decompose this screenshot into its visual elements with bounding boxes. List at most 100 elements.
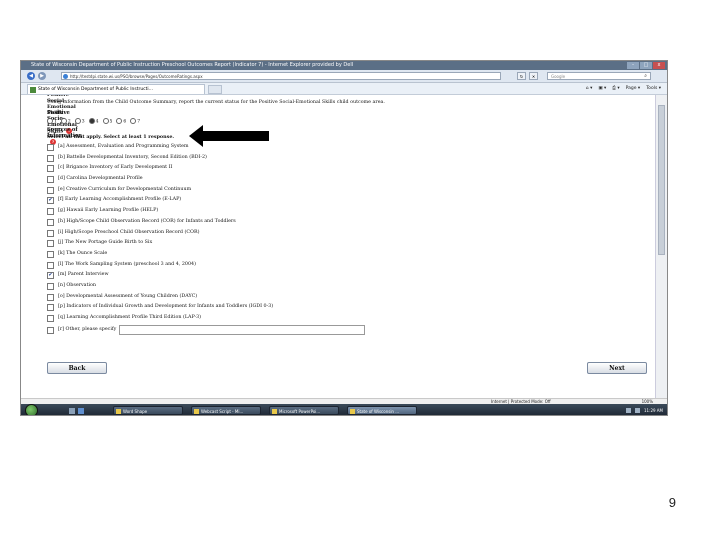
source-checkbox[interactable] — [47, 154, 54, 162]
source-checkbox[interactable] — [47, 176, 54, 184]
network-icon[interactable] — [626, 408, 631, 413]
back-arrow-icon[interactable]: ◀ — [27, 72, 35, 80]
url-text: http://testdpi.state.wi.us/PSO/browse/Pa… — [70, 74, 203, 79]
rating-option[interactable]: 1 — [47, 118, 57, 125]
minimize-button[interactable]: - — [627, 62, 639, 69]
source-checkbox[interactable] — [47, 165, 54, 173]
scrollbar-thumb[interactable] — [658, 105, 665, 255]
app-icon — [194, 409, 199, 414]
feeds-icon[interactable]: ▣ ▾ — [598, 84, 606, 93]
source-checkbox[interactable] — [47, 326, 54, 334]
ie-quicklaunch-icon[interactable] — [78, 408, 84, 414]
source-item: [n] Observation — [47, 282, 447, 293]
source-checkbox[interactable] — [47, 229, 54, 237]
search-input[interactable]: Google ⌕ — [547, 72, 651, 80]
rating-radio[interactable] — [74, 118, 81, 124]
tools-menu[interactable]: Tools ▾ — [646, 84, 661, 93]
source-checkbox[interactable] — [47, 218, 54, 226]
rating-radio[interactable] — [88, 118, 95, 124]
rating-label: 5 — [109, 119, 113, 125]
rating-option[interactable]: 7 — [130, 118, 140, 125]
rating-radio[interactable] — [47, 118, 53, 124]
source-label: [g] Hawaii Early Learning Profile (HELP) — [58, 208, 159, 214]
home-icon[interactable]: ⌂ ▾ — [586, 84, 593, 93]
vertical-scrollbar[interactable] — [655, 95, 667, 398]
rating-option[interactable]: 3 — [74, 118, 85, 125]
next-button[interactable]: Next — [587, 362, 647, 374]
rating-option[interactable]: 4 — [88, 118, 99, 125]
rating-option[interactable]: 2 — [60, 118, 71, 125]
toolbar-commands: ⌂ ▾ ▣ ▾ ⎙ ▾ Page ▾ Tools ▾ — [586, 84, 661, 93]
forward-arrow-icon[interactable]: ▶ — [38, 72, 46, 80]
taskbar-item[interactable]: Word Shape — [113, 406, 183, 415]
taskbar-item[interactable]: Webcast Script - Mi... — [191, 406, 261, 415]
show-desktop-icon[interactable] — [69, 408, 75, 414]
start-button[interactable] — [25, 404, 38, 415]
taskbar-item-label: State of Wisconsin ... — [357, 409, 400, 414]
stop-icon[interactable]: ✕ — [529, 72, 538, 80]
browser-tab[interactable]: State of Wisconsin Department of Public … — [27, 84, 205, 94]
close-button[interactable]: x — [653, 62, 665, 69]
new-tab-button[interactable] — [208, 85, 222, 94]
url-field[interactable]: http://testdpi.state.wi.us/PSO/browse/Pa… — [61, 72, 501, 80]
print-icon[interactable]: ⎙ ▾ — [612, 84, 619, 93]
source-checkbox[interactable] — [47, 293, 54, 301]
source-label: [b] Battelle Developmental Inventory, Se… — [58, 154, 207, 160]
source-checkbox[interactable] — [47, 240, 54, 248]
rating-radio[interactable] — [60, 118, 67, 124]
rating-radio[interactable] — [130, 118, 137, 124]
source-item: [e] Creative Curriculum for Developmenta… — [47, 186, 447, 197]
source-checkbox[interactable] — [47, 186, 54, 194]
source-checkbox[interactable] — [47, 282, 54, 290]
taskbar-item[interactable]: State of Wisconsin ... — [347, 406, 417, 415]
source-label: [i] High/Scope Preschool Child Observati… — [58, 229, 200, 235]
source-checkbox[interactable]: ✔ — [47, 272, 54, 280]
window-title: State of Wisconsin Department of Public … — [31, 62, 354, 68]
source-item: [q] Learning Accomplishment Profile Thir… — [47, 314, 447, 325]
clock[interactable]: 11:29 AM — [644, 406, 663, 415]
source-checkbox[interactable] — [47, 144, 54, 151]
rating-label: 4 — [95, 119, 99, 125]
source-checkbox[interactable] — [47, 304, 54, 312]
rating-label: 7 — [137, 119, 141, 125]
source-label: [q] Learning Accomplishment Profile Thir… — [58, 315, 202, 320]
source-label: [o] Developmental Assessment of Young Ch… — [58, 293, 198, 299]
browser-screenshot: State of Wisconsin Department of Public … — [20, 60, 668, 416]
other-specify-input[interactable] — [119, 324, 366, 335]
source-checkbox[interactable]: ✔ — [47, 197, 54, 205]
search-placeholder: Google — [551, 74, 566, 79]
source-item: [c] Brigance Inventory of Early Developm… — [47, 164, 447, 175]
source-item: [k] The Ounce Scale — [47, 250, 447, 261]
source-checkbox[interactable] — [47, 250, 54, 258]
refresh-icon[interactable]: ↻ — [517, 72, 526, 80]
tab-label: State of Wisconsin Department of Public … — [38, 87, 153, 92]
rating-radio[interactable] — [102, 118, 109, 124]
page-menu[interactable]: Page ▾ — [626, 84, 641, 93]
volume-icon[interactable] — [635, 408, 640, 413]
rating-option[interactable]: 5 — [102, 118, 113, 125]
rating-label: 1 — [54, 119, 57, 125]
rating-label: 3 — [81, 119, 85, 125]
app-icon — [272, 409, 277, 414]
rating-option[interactable]: 6 — [116, 118, 126, 125]
window-controls: - □ x — [627, 62, 665, 69]
rating-radio[interactable] — [116, 118, 123, 124]
taskbar-item[interactable]: Microsoft PowerPoi... — [269, 406, 339, 415]
source-checkbox[interactable] — [47, 261, 54, 269]
source-item: [j] The New Portage Guide Birth to Six — [47, 239, 447, 250]
source-item: [b] Battelle Developmental Inventory, Se… — [47, 154, 447, 165]
source-label: [l] The Work Sampling System (preschool … — [58, 261, 196, 267]
rating-label: 6 — [123, 119, 127, 125]
ie-page-icon — [63, 74, 68, 79]
source-label: [d] Carolina Developmental Profile — [58, 176, 143, 182]
source-label: [h] High/Scope Child Observation Record … — [58, 218, 236, 224]
taskbar-item-label: Microsoft PowerPoi... — [279, 409, 321, 414]
taskbar-item-label: Word Shape — [123, 409, 148, 414]
maximize-button[interactable]: □ — [640, 62, 652, 69]
back-button[interactable]: Back — [47, 362, 107, 374]
source-item: [o] Developmental Assessment of Young Ch… — [47, 293, 447, 304]
source-checkbox[interactable] — [47, 208, 54, 216]
source-item: [h] High/Scope Child Observation Record … — [47, 218, 447, 229]
search-icon[interactable]: ⌕ — [644, 73, 647, 80]
source-checkbox[interactable] — [47, 315, 54, 322]
